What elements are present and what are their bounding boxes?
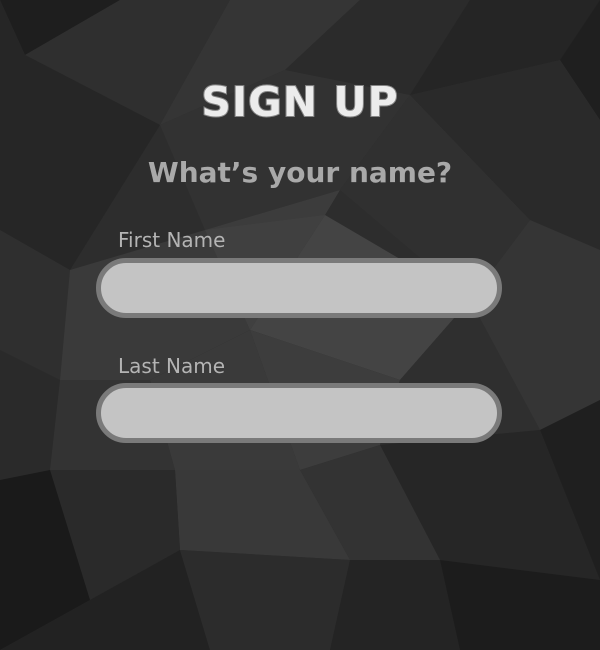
last-name-label: Last Name (118, 354, 226, 378)
first-name-field-wrapper[interactable] (96, 258, 502, 318)
last-name-field-wrapper[interactable] (96, 383, 502, 443)
form-subtitle: What’s your name? (147, 156, 453, 189)
first-name-input[interactable] (101, 263, 497, 313)
last-name-input[interactable] (101, 388, 497, 438)
signup-screen: SIGN UP What’s your name? First Name Las… (0, 0, 600, 650)
page-title: SIGN UP (200, 77, 399, 127)
first-name-label: First Name (118, 228, 226, 252)
signup-form: SIGN UP What’s your name? First Name Las… (0, 0, 600, 650)
